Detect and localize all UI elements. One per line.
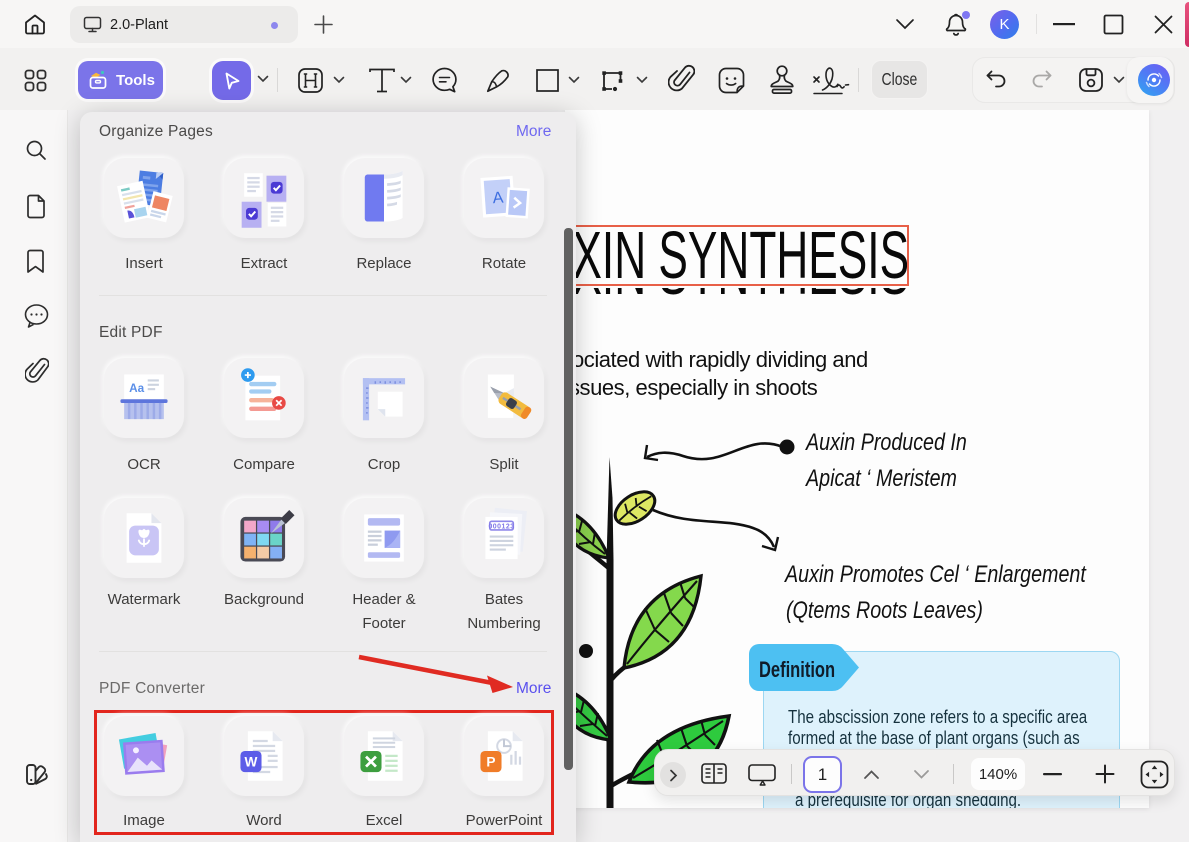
svg-text:P: P <box>486 755 495 770</box>
svg-text:W: W <box>245 755 258 770</box>
svg-text:A: A <box>492 188 504 207</box>
svg-text:Aa: Aa <box>129 382 144 395</box>
svg-text:000123: 000123 <box>488 523 514 530</box>
